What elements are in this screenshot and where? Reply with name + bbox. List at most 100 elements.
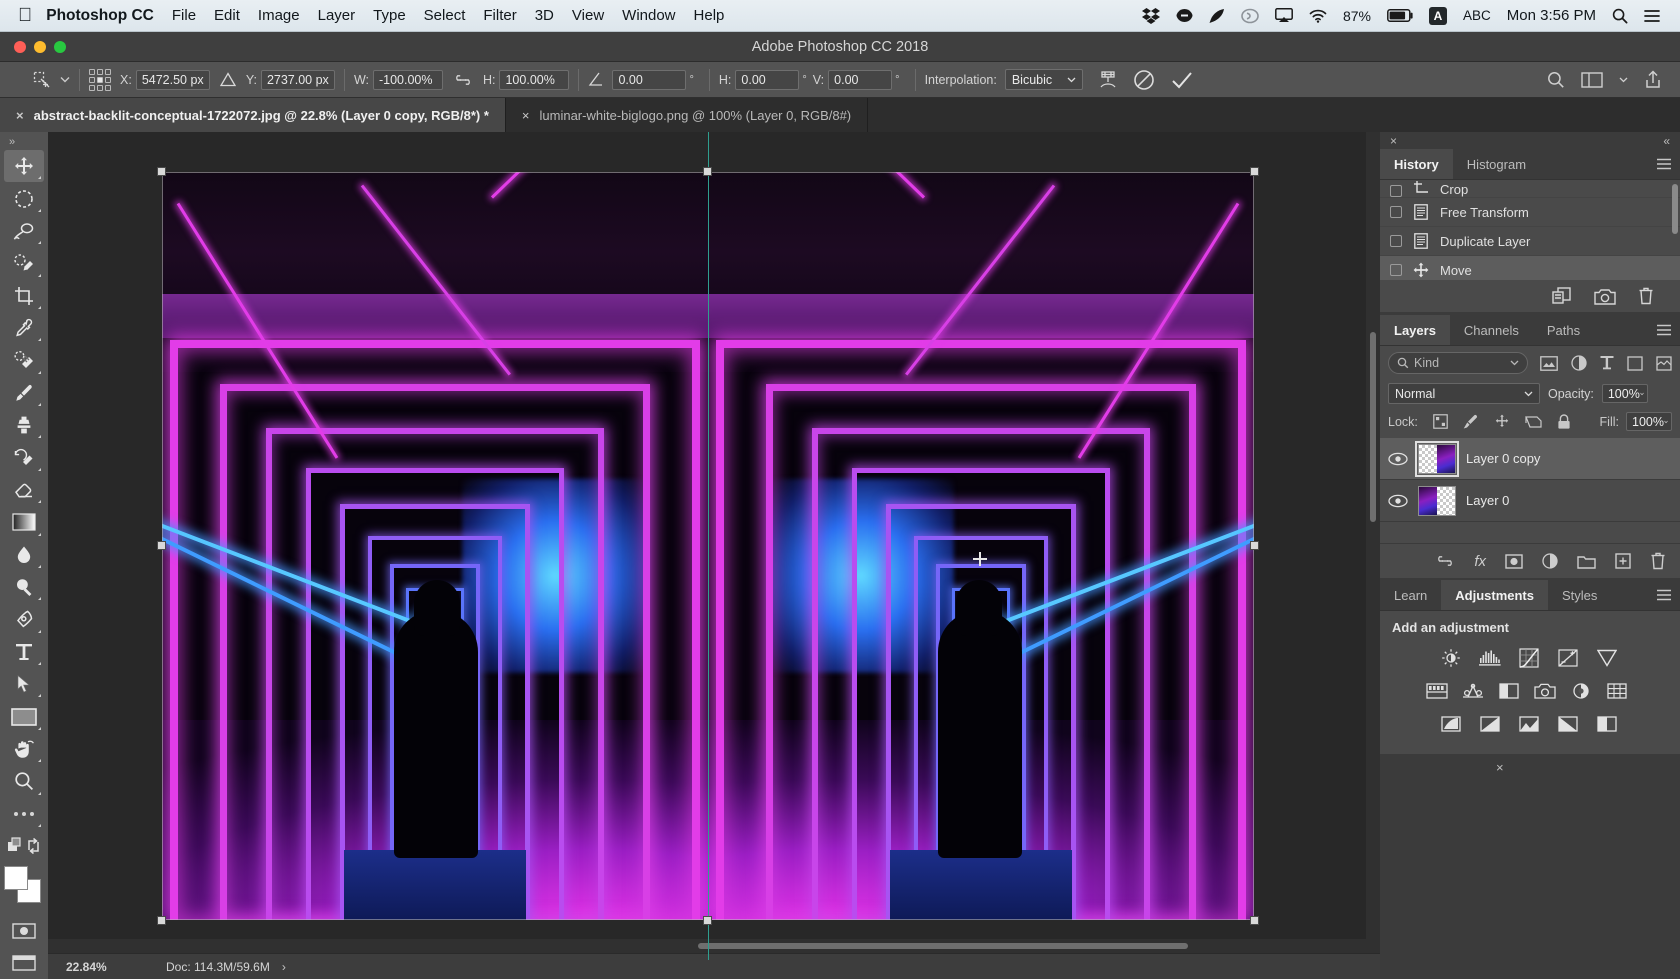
close-icon[interactable]: × — [522, 108, 530, 123]
image-canvas[interactable] — [162, 172, 1254, 920]
skew-h-input[interactable]: 0.00 — [735, 70, 799, 90]
link-layers-icon[interactable] — [1435, 555, 1455, 567]
tool-healing-brush[interactable] — [4, 344, 44, 376]
layer-visibility-toggle[interactable] — [1388, 452, 1408, 466]
tool-more[interactable] — [4, 798, 44, 830]
zoom-level[interactable]: 22.84% — [48, 960, 156, 974]
curves-icon[interactable] — [1518, 647, 1540, 669]
battery-icon[interactable] — [1387, 9, 1413, 22]
new-snapshot-icon[interactable] — [1594, 288, 1616, 305]
menu-help[interactable]: Help — [694, 7, 725, 24]
menu-image[interactable]: Image — [258, 7, 300, 24]
tool-zoom[interactable] — [4, 765, 44, 797]
menu-filter[interactable]: Filter — [483, 7, 516, 24]
delete-state-icon[interactable] — [1638, 287, 1654, 305]
gradient-map-icon[interactable] — [1557, 713, 1579, 735]
tool-history-brush[interactable] — [4, 441, 44, 473]
app-name-menu[interactable]: Photoshop CC — [46, 7, 154, 25]
history-state-free-transform[interactable]: Free Transform — [1380, 198, 1680, 227]
layer-filter-kind-select[interactable]: Kind — [1388, 352, 1528, 374]
filter-shape-icon[interactable] — [1627, 356, 1643, 371]
layer-row-layer-0[interactable]: Layer 0 — [1380, 480, 1680, 522]
layer-thumbnail[interactable] — [1418, 444, 1456, 474]
threshold-icon[interactable] — [1518, 713, 1540, 735]
history-state-move[interactable]: Move — [1380, 256, 1680, 280]
tool-type[interactable] — [4, 636, 44, 668]
apple-icon[interactable]:  — [18, 6, 32, 25]
menu-3d[interactable]: 3D — [535, 7, 554, 24]
chevron-down-icon[interactable] — [1619, 77, 1628, 83]
blend-mode-select[interactable]: Normal — [1388, 383, 1540, 404]
foreground-color-swatch[interactable] — [4, 866, 28, 890]
airplay-icon[interactable] — [1275, 8, 1293, 23]
brightness-contrast-icon[interactable] — [1440, 647, 1462, 669]
opacity-input[interactable]: 100% — [1602, 384, 1648, 403]
menu-edit[interactable]: Edit — [214, 7, 240, 24]
feather-icon[interactable] — [1209, 8, 1225, 24]
close-icon[interactable]: × — [16, 108, 24, 123]
tab-channels[interactable]: Channels — [1450, 315, 1533, 345]
tab-histogram[interactable]: Histogram — [1453, 149, 1540, 179]
color-swatches[interactable] — [4, 866, 44, 904]
history-state-checkbox[interactable] — [1390, 264, 1402, 276]
reference-point-grid[interactable] — [89, 69, 111, 91]
photo-filter-icon[interactable] — [1534, 680, 1556, 702]
tool-dodge[interactable] — [4, 571, 44, 603]
tool-rectangle[interactable] — [4, 700, 44, 732]
lock-image-icon[interactable] — [1463, 414, 1479, 430]
vibrance-icon[interactable] — [1596, 647, 1618, 669]
tool-brush[interactable] — [4, 377, 44, 409]
input-source-label[interactable]: ABC — [1463, 8, 1491, 23]
input-source-badge[interactable]: A — [1429, 7, 1447, 25]
new-document-from-state-icon[interactable] — [1552, 287, 1572, 305]
clock[interactable]: Mon 3:56 PM — [1507, 7, 1596, 24]
expand-toolbar-icon[interactable]: » — [9, 136, 15, 148]
tool-hand[interactable] — [4, 733, 44, 765]
close-icon[interactable]: × — [1390, 134, 1397, 148]
creative-cloud-icon[interactable] — [1241, 8, 1259, 24]
layers-list-empty-space[interactable] — [1380, 522, 1680, 544]
x-input[interactable]: 5472.50 px — [136, 70, 210, 90]
edit-mode-and-swap[interactable] — [4, 830, 44, 862]
fill-input[interactable]: 100% — [1626, 412, 1672, 431]
tab-learn[interactable]: Learn — [1380, 580, 1441, 610]
link-icon[interactable] — [453, 74, 473, 86]
tool-lasso[interactable] — [4, 215, 44, 247]
angle-icon[interactable] — [588, 72, 604, 87]
filter-smart-icon[interactable] — [1656, 356, 1672, 371]
quick-mask-icon[interactable] — [4, 914, 44, 946]
document-tab-inactive[interactable]: × luminar-white-biglogo.png @ 100% (Laye… — [506, 98, 868, 132]
history-state-duplicate-layer[interactable]: Duplicate Layer — [1380, 227, 1680, 256]
layer-thumbnail[interactable] — [1418, 486, 1456, 516]
history-states-list[interactable]: Crop Free Transform Duplicate Layer Move — [1380, 180, 1680, 280]
filter-adjustment-icon[interactable] — [1571, 355, 1587, 371]
lock-all-icon[interactable] — [1557, 414, 1571, 430]
canvas-area[interactable] — [48, 132, 1380, 979]
battery-percent[interactable]: 87% — [1343, 8, 1371, 24]
tool-gradient[interactable] — [4, 506, 44, 538]
levels-icon[interactable] — [1479, 647, 1501, 669]
arrange-documents-icon[interactable] — [1581, 72, 1603, 88]
tool-preset-chevron-icon[interactable] — [60, 76, 70, 83]
status-expand-arrow[interactable]: › — [282, 960, 286, 974]
width-input[interactable]: -100.00% — [373, 70, 443, 90]
history-state-checkbox[interactable] — [1390, 206, 1402, 218]
height-input[interactable]: 100.00% — [499, 70, 569, 90]
horizontal-scrollbar-thumb[interactable] — [698, 943, 1188, 949]
menu-select[interactable]: Select — [424, 7, 466, 24]
menu-type[interactable]: Type — [373, 7, 406, 24]
share-icon[interactable] — [1644, 70, 1662, 89]
panel-menu-icon[interactable] — [1656, 589, 1672, 601]
tool-clone-stamp[interactable] — [4, 409, 44, 441]
tool-path-selection[interactable] — [4, 668, 44, 700]
cancel-transform-icon[interactable] — [1133, 69, 1155, 91]
tab-styles[interactable]: Styles — [1548, 580, 1611, 610]
collapse-panels-icon[interactable]: « — [1663, 134, 1670, 148]
menu-layer[interactable]: Layer — [318, 7, 356, 24]
tool-eyedropper[interactable] — [4, 312, 44, 344]
history-state-crop[interactable]: Crop — [1380, 180, 1680, 198]
layer-style-fx-icon[interactable]: fx — [1474, 553, 1486, 570]
new-group-icon[interactable] — [1577, 554, 1596, 569]
search-icon[interactable] — [1547, 71, 1565, 89]
tool-marquee[interactable] — [4, 182, 44, 214]
